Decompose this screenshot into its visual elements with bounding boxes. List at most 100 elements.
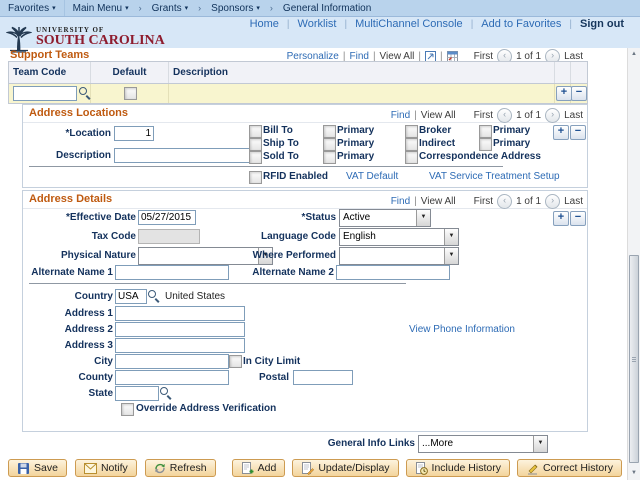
ship-to-primary-checkbox[interactable] [323, 138, 336, 151]
breadcrumb-grants[interactable]: Grants ▾ [144, 3, 197, 14]
location-input[interactable] [114, 126, 154, 141]
country-code-input[interactable] [115, 289, 147, 304]
section-divider [29, 166, 503, 167]
city-input[interactable] [115, 354, 229, 369]
state-lookup-icon[interactable] [160, 387, 172, 399]
vertical-scrollbar[interactable]: ▲ ▼ [627, 48, 640, 480]
broker-primary-checkbox[interactable] [479, 125, 492, 138]
where-performed-label: Where Performed [253, 250, 336, 261]
save-button-label: Save [34, 462, 58, 474]
scroll-up-icon[interactable]: ▲ [628, 48, 640, 61]
update-display-button[interactable]: Update/Display [292, 459, 398, 477]
country-name-text: United States [165, 291, 225, 302]
find-link[interactable]: Find [391, 196, 410, 207]
notify-button[interactable]: Notify [75, 459, 137, 477]
refresh-button[interactable]: Refresh [145, 459, 216, 477]
general-info-links-select[interactable]: ...More ▼ [418, 435, 548, 453]
add-to-favorites-link[interactable]: Add to Favorites [481, 18, 561, 30]
alternate-name-2-input[interactable] [336, 265, 450, 280]
tax-code-label: Tax Code [92, 231, 136, 242]
multichannel-console-link[interactable]: MultiChannel Console [355, 18, 463, 30]
team-code-input[interactable] [13, 86, 77, 101]
country-lookup-icon[interactable] [148, 290, 160, 302]
home-link[interactable]: Home [250, 18, 279, 30]
breadcrumb-sponsors[interactable]: Sponsors ▾ [203, 3, 268, 14]
view-phone-information-link[interactable]: View Phone Information [409, 324, 515, 335]
add-location-button[interactable]: + [553, 125, 569, 140]
breadcrumb-main-menu[interactable]: Main Menu ▾ [65, 3, 137, 14]
sold-to-checkbox[interactable] [249, 151, 262, 164]
indirect-primary-checkbox[interactable] [479, 138, 492, 151]
notify-envelope-icon [84, 463, 97, 474]
breadcrumb-current-page: General Information [275, 3, 379, 14]
address-details-section: Address Details Find | View All First ‹ … [22, 190, 588, 432]
scroll-down-icon[interactable]: ▼ [628, 467, 640, 480]
status-select[interactable]: Active ▼ [339, 209, 431, 227]
worklist-link[interactable]: Worklist [298, 18, 337, 30]
status-value: Active [343, 212, 370, 223]
description-input[interactable] [114, 148, 252, 163]
rfid-enabled-checkbox[interactable] [249, 171, 262, 184]
indirect-checkbox[interactable] [405, 138, 418, 151]
view-all-link[interactable]: View All [421, 196, 456, 207]
ship-to-primary-label: Primary [337, 138, 374, 149]
bill-to-checkbox[interactable] [249, 125, 262, 138]
add-button-label: Add [258, 462, 277, 474]
logo-text: UNIVERSITY OF SOUTH CAROLINA [36, 26, 165, 47]
add-row-cell: + [555, 84, 571, 103]
view-all-link[interactable]: View All [421, 110, 456, 121]
prev-page-button[interactable]: ‹ [497, 108, 512, 123]
chevron-down-icon: ▾ [256, 4, 260, 12]
vat-service-treatment-setup-link[interactable]: VAT Service Treatment Setup [429, 171, 560, 182]
table-row: + − [9, 84, 587, 103]
save-button[interactable]: Save [8, 459, 67, 477]
delete-address-detail-button[interactable]: − [570, 211, 586, 226]
default-checkbox[interactable] [124, 87, 137, 100]
breadcrumb-main-menu-label: Main Menu [73, 3, 122, 14]
alternate-name-1-input[interactable] [115, 265, 229, 280]
scrollbar-grip [632, 359, 636, 360]
address-1-input[interactable] [115, 306, 245, 321]
find-link[interactable]: Find [391, 110, 410, 121]
sold-to-primary-checkbox[interactable] [323, 151, 336, 164]
support-teams-title: Support Teams [10, 49, 89, 61]
where-performed-select[interactable]: ▼ [339, 247, 459, 265]
effective-date-input[interactable] [138, 210, 196, 225]
notify-button-label: Notify [101, 462, 128, 474]
scrollbar-thumb[interactable] [629, 255, 639, 463]
sold-to-label: Sold To [263, 151, 299, 162]
bill-to-label: Bill To [263, 125, 293, 136]
breadcrumb-favorites[interactable]: Favorites ▾ [0, 3, 64, 14]
indirect-label: Indirect [419, 138, 455, 149]
county-input[interactable] [115, 370, 229, 385]
address-locations-title: Address Locations [29, 107, 128, 119]
delete-location-button[interactable]: − [570, 125, 586, 140]
state-input[interactable] [115, 386, 159, 401]
sign-out-link[interactable]: Sign out [580, 18, 624, 30]
broker-checkbox[interactable] [405, 125, 418, 138]
next-page-button[interactable]: › [545, 194, 560, 209]
prev-page-button[interactable]: ‹ [497, 194, 512, 209]
language-code-select[interactable]: English ▼ [339, 228, 459, 246]
bill-to-primary-checkbox[interactable] [323, 125, 336, 138]
update-display-button-label: Update/Display [318, 462, 389, 474]
postal-input[interactable] [293, 370, 353, 385]
address-2-input[interactable] [115, 322, 245, 337]
team-code-lookup-icon[interactable] [79, 87, 91, 99]
vat-default-link[interactable]: VAT Default [346, 171, 398, 182]
add-button[interactable]: Add [232, 459, 286, 477]
correct-history-button[interactable]: Correct History [517, 459, 622, 477]
add-address-detail-button[interactable]: + [553, 211, 569, 226]
header-links: Home | Worklist | MultiChannel Console |… [250, 18, 624, 30]
override-address-verification-checkbox[interactable] [121, 403, 134, 416]
delete-row-button[interactable]: − [571, 86, 587, 101]
correspondence-address-checkbox[interactable] [405, 151, 418, 164]
address-3-input[interactable] [115, 338, 245, 353]
ship-to-checkbox[interactable] [249, 138, 262, 151]
add-row-button[interactable]: + [556, 86, 572, 101]
include-history-button[interactable]: Include History [406, 459, 510, 477]
peoplesoft-page: Favorites ▾ Main Menu ▾ › Grants ▾ › Spo… [0, 0, 640, 480]
physical-nature-label: Physical Nature [61, 250, 136, 261]
next-page-button[interactable]: › [545, 108, 560, 123]
in-city-limit-checkbox[interactable] [229, 355, 242, 368]
